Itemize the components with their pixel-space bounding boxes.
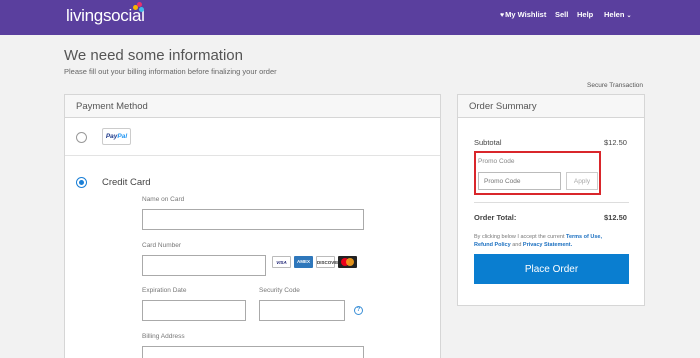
- expiration-date-label: Expiration Date: [142, 287, 187, 294]
- credit-card-radio[interactable]: [76, 177, 87, 188]
- place-order-button[interactable]: Place Order: [474, 254, 629, 284]
- promo-code-highlight: Promo Code Apply: [474, 151, 601, 195]
- security-code-label: Security Code: [259, 287, 300, 294]
- order-summary-heading: Order Summary: [458, 95, 644, 118]
- promo-code-label: Promo Code: [478, 158, 515, 165]
- logo-dots-icon: [133, 2, 145, 12]
- card-number-input[interactable]: [142, 255, 266, 276]
- order-summary-panel: Order Summary Subtotal $12.50 Promo Code…: [457, 94, 645, 306]
- promo-code-input[interactable]: [478, 172, 561, 190]
- top-nav-bar: livingsocial ♥My Wishlist Sell Help Hele…: [0, 0, 700, 35]
- nav-wishlist-link[interactable]: ♥My Wishlist: [500, 10, 546, 19]
- visa-icon: VISA: [272, 256, 291, 268]
- chevron-down-icon: ⌄: [626, 13, 632, 19]
- billing-address-label: Billing Address: [142, 333, 185, 340]
- page-title: We need some information: [64, 47, 243, 64]
- privacy-statement-link[interactable]: Privacy Statement.: [523, 242, 572, 248]
- paypal-logo-part2: Pal: [117, 133, 128, 140]
- subtotal-label: Subtotal: [474, 138, 502, 147]
- mastercard-icon: [338, 256, 357, 268]
- name-on-card-input[interactable]: [142, 209, 364, 230]
- card-number-label: Card Number: [142, 242, 182, 249]
- paypal-option[interactable]: PayPal: [65, 118, 440, 156]
- payment-method-heading: Payment Method: [65, 95, 440, 118]
- user-menu[interactable]: Helen ⌄: [604, 10, 632, 19]
- nav-help-link[interactable]: Help: [577, 10, 593, 19]
- page-subtitle: Please fill out your billing information…: [64, 67, 277, 76]
- nav-sell-link[interactable]: Sell: [555, 10, 568, 19]
- billing-address-input[interactable]: [142, 346, 364, 358]
- apply-promo-button[interactable]: Apply: [566, 172, 598, 190]
- terms-and: and: [510, 242, 523, 248]
- summary-divider: [474, 202, 629, 203]
- refund-policy-link[interactable]: Refund Policy: [474, 242, 511, 248]
- expiration-date-input[interactable]: [142, 300, 246, 321]
- credit-card-label: Credit Card: [102, 177, 151, 188]
- name-on-card-label: Name on Card: [142, 196, 185, 203]
- amex-icon: AMEX: [294, 256, 313, 268]
- secure-transaction-label: Secure Transaction: [587, 82, 644, 89]
- paypal-logo: PayPal: [102, 128, 131, 145]
- terms-prefix: By clicking below I accept the current: [474, 234, 567, 240]
- paypal-logo-part1: Pay: [105, 133, 118, 140]
- security-code-input[interactable]: [259, 300, 345, 321]
- paypal-radio[interactable]: [76, 132, 87, 143]
- discover-icon: DISCOVER: [316, 256, 341, 268]
- subtotal-value: $12.50: [604, 138, 627, 147]
- payment-method-panel: Payment Method PayPal Credit Card Name o…: [64, 94, 441, 358]
- terms-text: By clicking below I accept the current T…: [474, 233, 629, 249]
- terms-of-use-link[interactable]: Terms of Use,: [566, 234, 602, 240]
- order-total-value: $12.50: [604, 213, 627, 222]
- heart-icon: ♥: [500, 12, 505, 19]
- help-question-icon[interactable]: ?: [354, 306, 363, 315]
- user-name: Helen: [604, 10, 625, 19]
- nav-wishlist-label: My Wishlist: [505, 10, 547, 19]
- order-total-label: Order Total:: [474, 213, 517, 222]
